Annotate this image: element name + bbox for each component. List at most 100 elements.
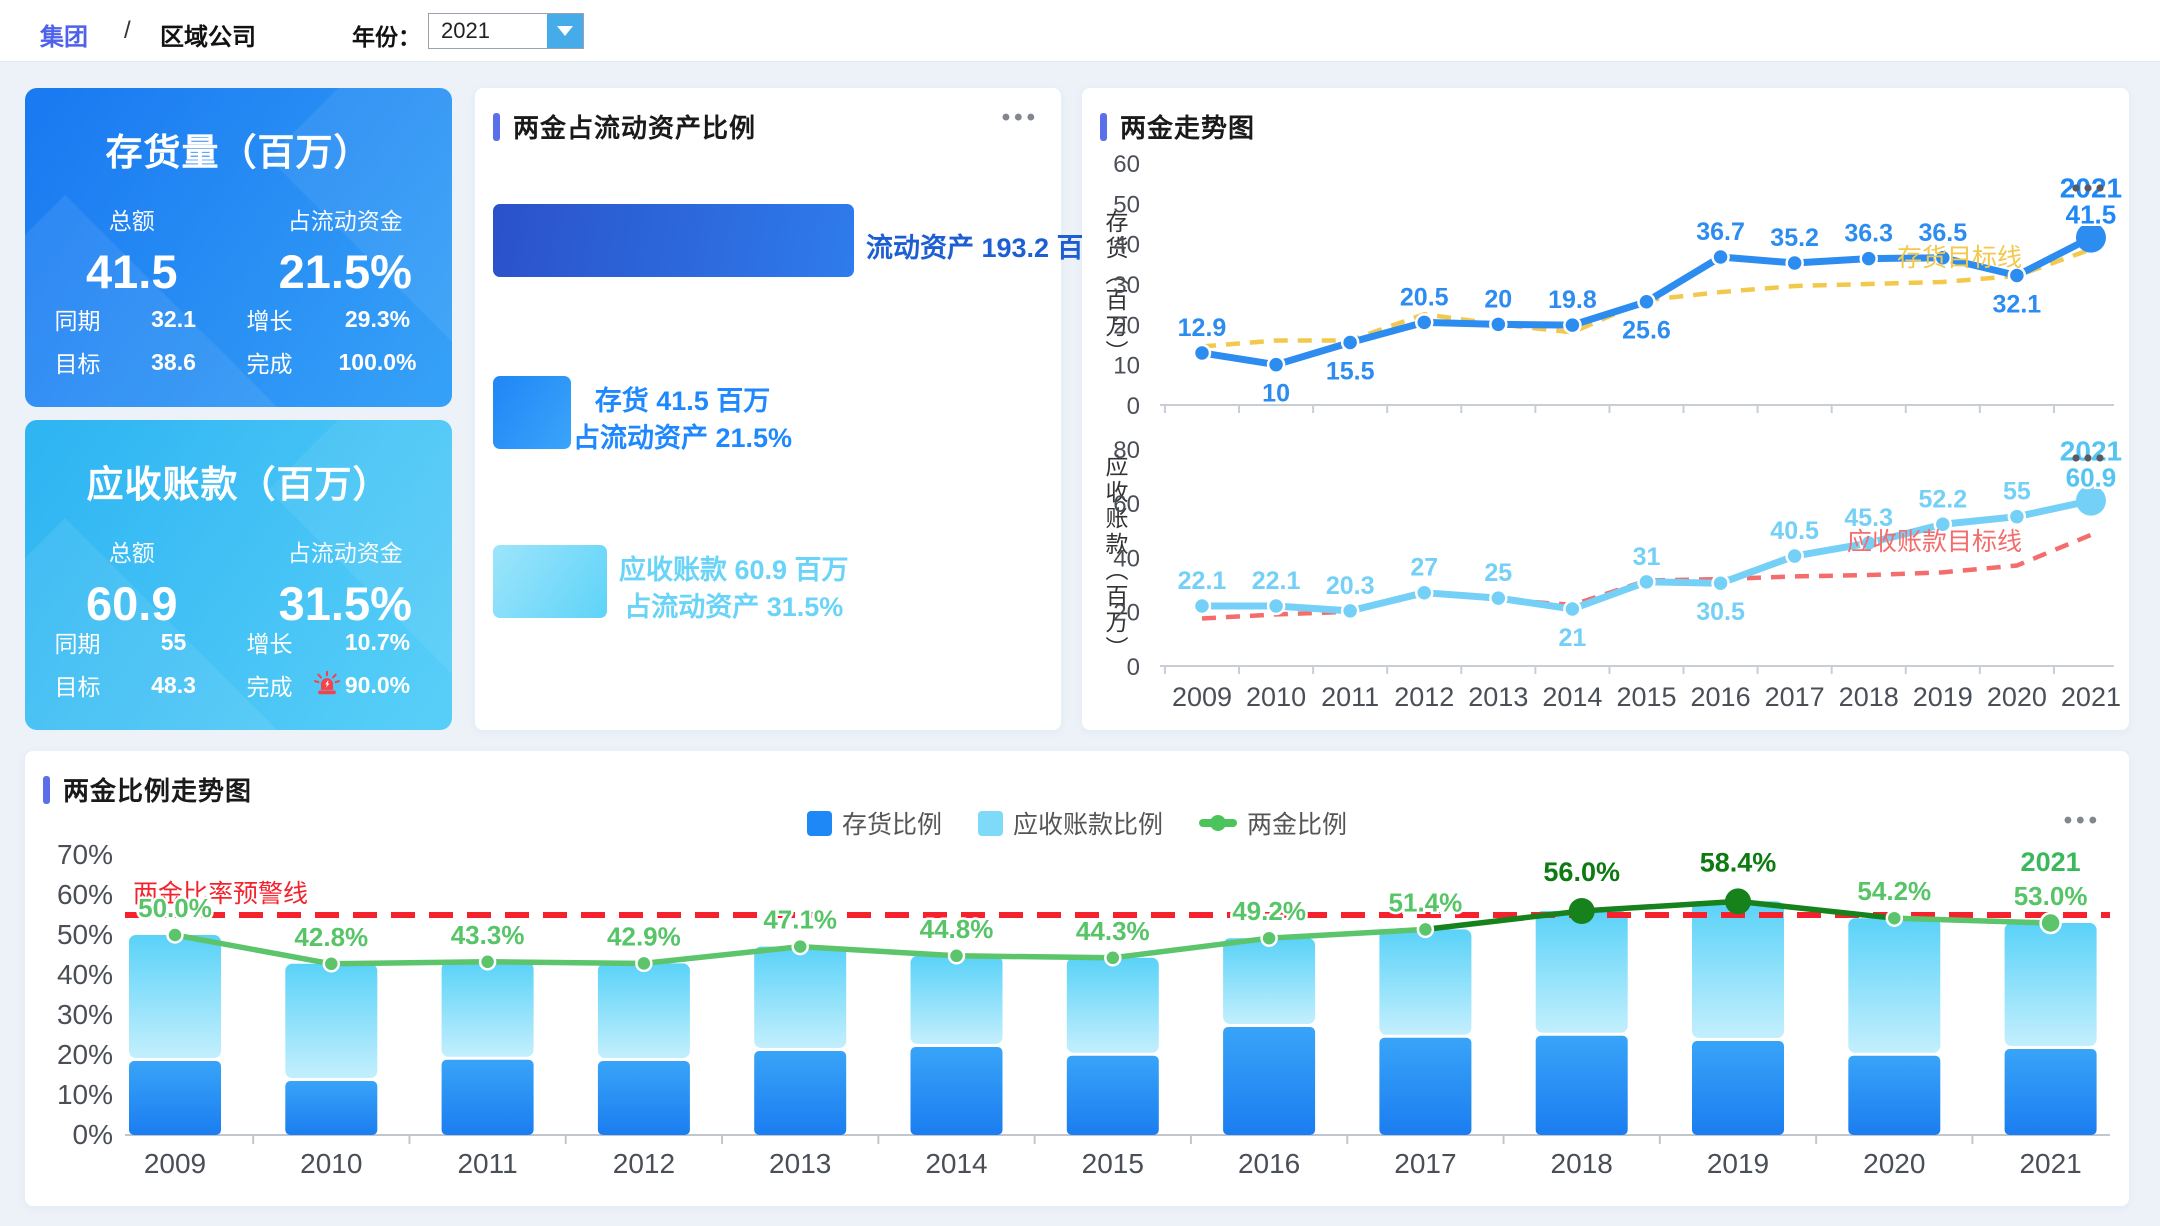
chart-legend: 存货比例应收账款比例两金比例	[25, 805, 2129, 841]
inventory-ratio-segment[interactable]	[598, 1061, 690, 1135]
receivables-ratio-segment[interactable]	[285, 964, 377, 1078]
more-menu-icon[interactable]	[2096, 454, 2103, 461]
receivables-ratio-segment[interactable]	[1536, 911, 1628, 1033]
more-menu-icon[interactable]	[2084, 184, 2091, 191]
inventory-ratio-segment[interactable]	[2005, 1049, 2097, 1135]
receivables-bar[interactable]	[493, 545, 607, 618]
legend-item-两金比例[interactable]: 两金比例	[1199, 805, 1347, 841]
current-assets-bar[interactable]	[493, 204, 854, 277]
stacked-bar-2010[interactable]	[285, 964, 377, 1135]
inventory-trend-point[interactable]	[1490, 316, 1506, 332]
total-ratio-point[interactable]	[1105, 950, 1120, 965]
receivables-ratio-segment[interactable]	[129, 935, 221, 1058]
inventory-ratio-segment[interactable]	[1692, 1041, 1784, 1135]
total-ratio-point[interactable]	[1725, 888, 1751, 914]
inventory-ratio-segment[interactable]	[1223, 1027, 1315, 1135]
receivables-trend-point[interactable]	[1787, 548, 1803, 564]
y-tick-label: 20	[1113, 312, 1140, 339]
total-ratio-line-segment	[331, 962, 487, 964]
total-ratio-point[interactable]	[636, 956, 651, 971]
receivables-trend-point[interactable]	[1194, 598, 1210, 614]
year-select[interactable]: 2021	[428, 13, 584, 49]
receivables-trend-point[interactable]	[2009, 509, 2025, 525]
x-axis-year-label: 2014	[1542, 682, 1602, 712]
stacked-bar-2020[interactable]	[1848, 918, 1940, 1135]
total-ratio-point[interactable]	[324, 956, 339, 971]
receivables-trend-point[interactable]	[1342, 603, 1358, 619]
stacked-bar-2012[interactable]	[598, 963, 690, 1135]
stacked-bar-2011[interactable]	[442, 962, 534, 1135]
receivables-trend-point[interactable]	[1564, 601, 1580, 617]
inventory-ratio-segment[interactable]	[129, 1061, 221, 1135]
stacked-bar-2015[interactable]	[1067, 958, 1159, 1135]
total-ratio-point[interactable]	[168, 928, 183, 943]
total-ratio-point[interactable]	[1569, 898, 1595, 924]
inventory-bar[interactable]	[493, 376, 571, 449]
total-ratio-point[interactable]	[949, 948, 964, 963]
inventory-ratio-segment[interactable]	[1067, 1056, 1159, 1135]
inventory-ratio-label: 占流动资金	[239, 202, 453, 236]
legend-item-应收账款比例[interactable]: 应收账款比例	[978, 805, 1163, 841]
stacked-bar-2021[interactable]	[2005, 923, 2097, 1135]
more-menu-icon[interactable]	[2096, 184, 2103, 191]
inventory-trend-point[interactable]	[1268, 357, 1284, 373]
stacked-bar-2013[interactable]	[754, 947, 846, 1135]
receivables-trend-point[interactable]	[1416, 585, 1432, 601]
year-select-dropdown-button[interactable]	[547, 14, 583, 48]
total-ratio-point[interactable]	[1262, 931, 1277, 946]
inventory-trend-point[interactable]	[1713, 249, 1729, 265]
y-tick-label: 50	[1113, 191, 1140, 218]
receivables-ratio-segment[interactable]	[1223, 938, 1315, 1024]
receivables-trend-point[interactable]	[1490, 590, 1506, 606]
receivables-ratio-segment[interactable]	[754, 947, 846, 1048]
stacked-bar-2009[interactable]	[129, 935, 221, 1135]
inventory-ratio-segment[interactable]	[285, 1081, 377, 1135]
total-ratio-point[interactable]	[2041, 913, 2061, 933]
legend-item-存货比例[interactable]: 存货比例	[807, 805, 942, 841]
receivables-ratio-segment[interactable]	[598, 963, 690, 1058]
stacked-bar-2017[interactable]	[1379, 929, 1471, 1135]
inventory-ratio-segment[interactable]	[1379, 1038, 1471, 1135]
total-ratio-point[interactable]	[1418, 922, 1433, 937]
inventory-ratio-segment[interactable]	[754, 1051, 846, 1135]
more-menu-icon[interactable]	[2072, 184, 2079, 191]
stacked-bar-2016[interactable]	[1223, 938, 1315, 1135]
inventory-trend-point[interactable]	[1861, 251, 1877, 267]
total-ratio-point[interactable]	[1887, 911, 1902, 926]
receivables-ratio-segment[interactable]	[1379, 929, 1471, 1034]
inventory-ratio-segment[interactable]	[1848, 1056, 1940, 1135]
receivables-ratio-segment[interactable]	[1067, 958, 1159, 1053]
y-tick-label: 40	[1113, 545, 1140, 572]
total-ratio-point[interactable]	[480, 954, 495, 969]
total-ratio-line-segment	[957, 956, 1113, 958]
inventory-trend-point[interactable]	[1194, 345, 1210, 361]
inventory-ratio-segment[interactable]	[442, 1060, 534, 1135]
stacked-bar-2014[interactable]	[911, 956, 1003, 1135]
inventory-ratio-segment[interactable]	[911, 1047, 1003, 1135]
inventory-trend-point[interactable]	[1564, 317, 1580, 333]
inventory-trend-point[interactable]	[1416, 314, 1432, 330]
inventory-bar-label-line1: 存货 41.5 百万	[573, 383, 792, 420]
inventory-ratio-segment[interactable]	[1536, 1036, 1628, 1135]
receivables-ratio-segment[interactable]	[911, 956, 1003, 1044]
receivables-trend-point[interactable]	[1713, 575, 1729, 591]
receivables-trend-point[interactable]	[1268, 598, 1284, 614]
receivables-ratio-segment[interactable]	[2005, 923, 2097, 1046]
inventory-trend-point[interactable]	[1342, 334, 1358, 350]
receivables-trend-point[interactable]	[1638, 574, 1654, 590]
chevron-down-icon	[557, 26, 573, 36]
breadcrumb-group-link[interactable]: 集团	[40, 17, 88, 52]
total-ratio-point[interactable]	[793, 939, 808, 954]
inventory-trend-point[interactable]	[1638, 294, 1654, 310]
more-menu-icon[interactable]	[2072, 454, 2079, 461]
receivables-ratio-segment[interactable]	[1848, 918, 1940, 1053]
more-menu-icon[interactable]: •••	[1002, 104, 1039, 132]
receivables-ratio-segment[interactable]	[1692, 901, 1784, 1038]
receivables-trend-point-label: 52.2	[1918, 485, 1967, 513]
stacked-bar-2019[interactable]	[1692, 901, 1784, 1135]
more-menu-icon[interactable]	[2084, 454, 2091, 461]
stacked-bar-2018[interactable]	[1536, 911, 1628, 1135]
inventory-trend-point[interactable]	[1787, 255, 1803, 271]
x-axis-year-label: 2018	[1551, 1148, 1613, 1179]
receivables-ratio-segment[interactable]	[442, 962, 534, 1057]
